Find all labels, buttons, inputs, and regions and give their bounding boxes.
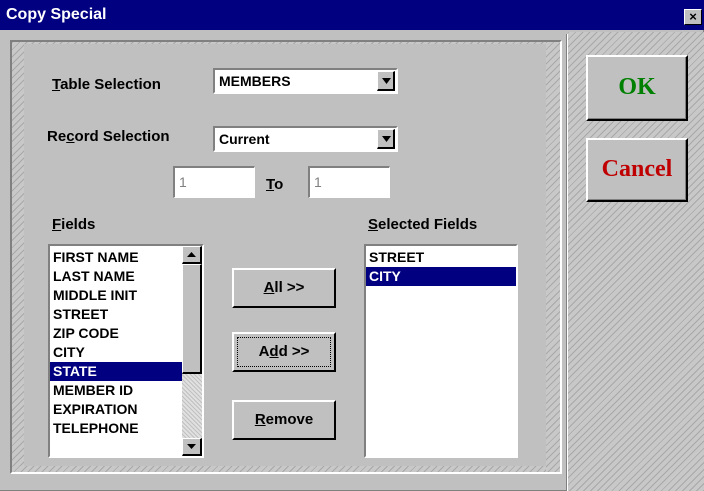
list-item[interactable]: MEMBER ID <box>50 381 202 400</box>
table-selection-dropdown-button[interactable] <box>377 71 395 91</box>
record-selection-combo[interactable]: Current <box>213 126 398 152</box>
list-item[interactable]: EXPIRATION <box>50 400 202 419</box>
record-selection-value: Current <box>219 131 270 147</box>
ok-button[interactable]: OK <box>586 55 688 121</box>
list-item[interactable]: CITY <box>366 267 516 286</box>
copy-special-dialog: Copy Special × Table Selection MEMBERS R… <box>0 0 704 491</box>
remove-button-label: Remove <box>254 411 314 428</box>
range-from-input[interactable]: 1 <box>173 166 255 198</box>
scroll-up-button[interactable] <box>182 246 202 264</box>
selected-fields-listbox[interactable]: STREET CITY <box>364 244 518 458</box>
add-button-label: Add >> <box>258 343 310 360</box>
table-selection-label: Table Selection <box>52 76 161 93</box>
list-item[interactable]: STATE <box>50 362 202 381</box>
table-selection-combo[interactable]: MEMBERS <box>213 68 398 94</box>
close-button[interactable]: × <box>684 9 702 25</box>
list-item[interactable]: TELEPHONE <box>50 419 202 438</box>
table-selection-value: MEMBERS <box>219 73 291 89</box>
selected-fields-label: Selected Fields <box>368 216 478 233</box>
scroll-down-button[interactable] <box>182 438 202 456</box>
fields-listbox[interactable]: FIRST NAME LAST NAME MIDDLE INIT STREET ZIP … <box>48 244 204 458</box>
add-all-button[interactable]: All >> <box>232 268 336 308</box>
scroll-thumb[interactable] <box>182 264 202 374</box>
dropdown-arrow-icon <box>382 136 391 142</box>
list-item[interactable]: MIDDLE INIT <box>50 286 202 305</box>
dialog-title: Copy Special <box>6 6 107 23</box>
record-selection-label: Record Selection <box>47 128 170 145</box>
list-item[interactable]: ZIP CODE <box>50 324 202 343</box>
fields-scrollbar[interactable] <box>182 246 202 456</box>
title-bar: Copy Special × <box>0 0 704 30</box>
cancel-button[interactable]: Cancel <box>586 138 688 202</box>
add-all-button-label: All >> <box>263 279 305 296</box>
range-to-label: To <box>266 176 284 193</box>
scroll-up-arrow-icon <box>187 252 196 257</box>
record-selection-dropdown-button[interactable] <box>377 129 395 149</box>
range-to-input[interactable]: 1 <box>308 166 390 198</box>
list-item[interactable]: STREET <box>366 248 516 267</box>
remove-button[interactable]: Remove <box>232 400 336 440</box>
dropdown-arrow-icon <box>382 78 391 84</box>
scroll-down-arrow-icon <box>187 444 196 449</box>
list-item[interactable]: FIRST NAME <box>50 248 202 267</box>
add-button[interactable]: Add >> <box>232 332 336 372</box>
list-item[interactable]: CITY <box>50 343 202 362</box>
close-icon: × <box>689 9 697 24</box>
fields-label: Fields <box>52 216 96 233</box>
list-item[interactable]: LAST NAME <box>50 267 202 286</box>
list-item[interactable]: STREET <box>50 305 202 324</box>
